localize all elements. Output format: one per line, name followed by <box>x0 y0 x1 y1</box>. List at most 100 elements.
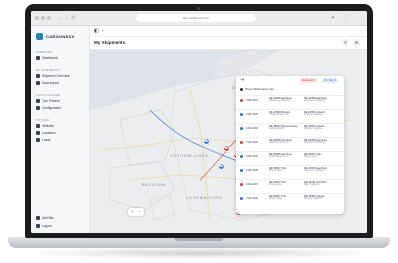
shipment-row[interactable]: CN0-0001 DE 20095 Hamburg Cargonexx Shippi… <box>236 95 344 106</box>
origin-company: Central Freight <box>269 128 285 130</box>
window-maximize-dot[interactable] <box>47 16 51 20</box>
zoom-out-button[interactable]: − <box>136 208 144 216</box>
truck-icon: ⛟ <box>219 164 224 168</box>
destination-cell: DE 23554 Lübeck Northern Logistics <box>304 195 334 201</box>
shipment-row[interactable]: CN0-0003 DE 38100 Braunschweig Central Fre… <box>236 123 344 134</box>
zoom-control: + − <box>128 208 144 216</box>
delayed-badge[interactable]: Delayed 2 <box>300 78 317 83</box>
origin-company: Global Partners AG <box>269 142 289 144</box>
logo[interactable]: CARGONEXX <box>36 32 74 40</box>
page-title: My Shipments <box>94 40 126 45</box>
sidebar-item-loads[interactable]: Loads <box>36 138 51 142</box>
show-shipments-toggle[interactable]: Show Shipments only <box>240 87 274 91</box>
upload-icon <box>36 81 40 85</box>
shipment-row[interactable]: CN0-0005 DE 20095 Hamburg Global Partners … <box>236 151 344 162</box>
collapse-panel-icon[interactable]: ⇥ <box>240 76 244 84</box>
destination-cell: DE 20095 Hamburg Cargonexx Shipping <box>304 167 334 173</box>
origin-cell: DE 20095 Hamburg Global Partners AG <box>269 139 299 145</box>
toggle-icon <box>240 87 243 91</box>
sidebar-item-tour-planner[interactable]: Tour Planner <box>36 99 60 103</box>
route-icon <box>36 99 40 103</box>
origin-company: Cargonexx Shipping <box>269 100 290 102</box>
destination-company: Northern Logistics <box>304 114 323 116</box>
logo-text: CARGONEXX <box>46 33 75 39</box>
status-dot <box>240 113 243 116</box>
truck-icon <box>36 74 40 78</box>
gear-icon <box>36 106 40 110</box>
filter-button[interactable]: ⚲ <box>342 39 349 46</box>
section-title-tour-planner: Tour Planner <box>36 93 61 97</box>
sidebar-item-dashboard[interactable]: Dashboard <box>36 56 58 60</box>
status-dot <box>240 169 243 172</box>
section-title-my-shipments: My Shipments <box>36 68 60 72</box>
sidebar-item-logout[interactable]: Logout <box>36 224 52 228</box>
shipment-row[interactable]: CN0-0004 DE 20095 Hamburg Global Partners … <box>236 137 344 148</box>
status-dot <box>240 127 243 130</box>
settings-button[interactable]: ⚙ <box>353 39 360 46</box>
logout-icon <box>36 224 40 228</box>
truck-icon: ⛟ <box>224 146 229 150</box>
destination-company: Cargonexx Shipping <box>304 170 325 172</box>
destination-cell: DE 50667 Köln Rhine Cargo <box>304 153 334 159</box>
menu-icon[interactable]: ⋮ <box>343 14 348 22</box>
origin-company: Global Partners AG <box>269 156 289 158</box>
map-label-belgium: BELGIUM <box>142 182 166 187</box>
sidebar-item-locations[interactable]: Locations <box>36 131 56 135</box>
sidebar: CARGONEXX Overview Dashboard My Shipment… <box>31 26 90 233</box>
shipment-id: CN0-0007 <box>246 183 258 186</box>
origin-cell: DE 50667 Köln Rhine Cargo <box>269 195 299 201</box>
map-pin[interactable]: ⛟ <box>218 163 225 170</box>
panel-header: ⇥ Delayed 2 On Way 6 <box>236 76 344 85</box>
destination-company: Main Transport <box>304 184 320 186</box>
status-dot <box>240 99 243 102</box>
origin-cell: DE 38100 Braunschweig Central Freight <box>269 125 299 131</box>
dashboard-icon <box>36 56 40 60</box>
box-icon <box>36 138 40 142</box>
origin-cell: DE 50667 Köln Rhine Cargo <box>269 181 299 187</box>
sidebar-item-data-import[interactable]: Data Import <box>36 81 59 85</box>
destination-cell: DE 23554 Lübeck Northern Logistics <box>304 111 334 117</box>
logo-icon <box>36 32 43 40</box>
on-way-badge[interactable]: On Way 6 <box>322 78 339 83</box>
destination-cell: DE 20095 Hamburg Cargonexx Shipping <box>304 139 334 145</box>
extensions-icon[interactable]: ✦ <box>331 14 335 22</box>
sidebar-item-configuration[interactable]: Configuration <box>36 106 61 110</box>
sidebar-item-shipment-overview[interactable]: Shipment Overview <box>36 74 70 78</box>
browser-bar: ← → ↻ app.carganexx.com ✦ ⋮ <box>31 11 367 26</box>
status-dot <box>240 183 243 186</box>
shipment-row[interactable]: CN0-0006 DE 50667 Köln Rhine Cargo DE 20095… <box>236 165 344 176</box>
destination-company: Northern Logistics <box>304 128 323 130</box>
shipments-panel: ⇥ Delayed 2 On Way 6 Show Shipments only… <box>236 76 344 214</box>
zoom-in-button[interactable]: + <box>128 208 136 216</box>
settings-icon: ⚙ <box>354 40 359 45</box>
address-bar[interactable]: app.carganexx.com <box>136 14 256 22</box>
page-header: My Shipments ⚲ ⚙ <box>90 37 367 50</box>
window-minimize-dot[interactable] <box>41 16 45 20</box>
map-pin[interactable]: ⛟ <box>203 138 210 145</box>
destination-company: Northern Logistics <box>304 198 323 200</box>
forward-icon[interactable]: → <box>64 14 69 22</box>
collapse-sidebar-icon[interactable]: ◧ <box>94 27 99 35</box>
user-icon <box>36 216 40 220</box>
origin-company: Rhine Cargo <box>269 170 282 172</box>
destination-cell: DE 60311 Frankfurt Main Transport <box>304 181 334 187</box>
sidebar-item-vehicles[interactable]: Vehicles <box>36 124 54 128</box>
destination-cell: DE 23554 Lübeck Northern Logistics <box>304 125 334 131</box>
shipment-row[interactable]: CN0-0007 DE 50667 Köln Rhine Cargo DE 60311… <box>236 179 344 190</box>
back-icon[interactable]: ← <box>57 14 62 22</box>
shipment-row[interactable]: CN0-0008 DE 50667 Köln Rhine Cargo DE 23554… <box>236 193 344 204</box>
shipment-id: CN0-0008 <box>246 197 258 200</box>
app-topbar: ◧ › <box>90 26 367 37</box>
destination-company: Cargonexx Shipping <box>304 100 325 102</box>
origin-company: Rhine Cargo <box>269 198 282 200</box>
reload-icon[interactable]: ↻ <box>71 14 75 22</box>
sidebar-item-add-bar[interactable]: Add Bar <box>36 216 54 220</box>
shipment-row[interactable]: CN0-0002 DE 27580 Bremen Global Partners A… <box>236 109 344 120</box>
origin-cell: DE 20095 Hamburg Global Partners AG <box>269 153 299 159</box>
breadcrumb-arrow-icon[interactable]: › <box>102 27 104 35</box>
destination-company: Rhine Cargo <box>304 156 317 158</box>
window-close-dot[interactable] <box>35 16 39 20</box>
shipment-id: CN0-0006 <box>246 169 258 172</box>
map-pin[interactable]: ⛟ <box>223 145 230 152</box>
shipment-id: CN0-0003 <box>246 127 258 130</box>
